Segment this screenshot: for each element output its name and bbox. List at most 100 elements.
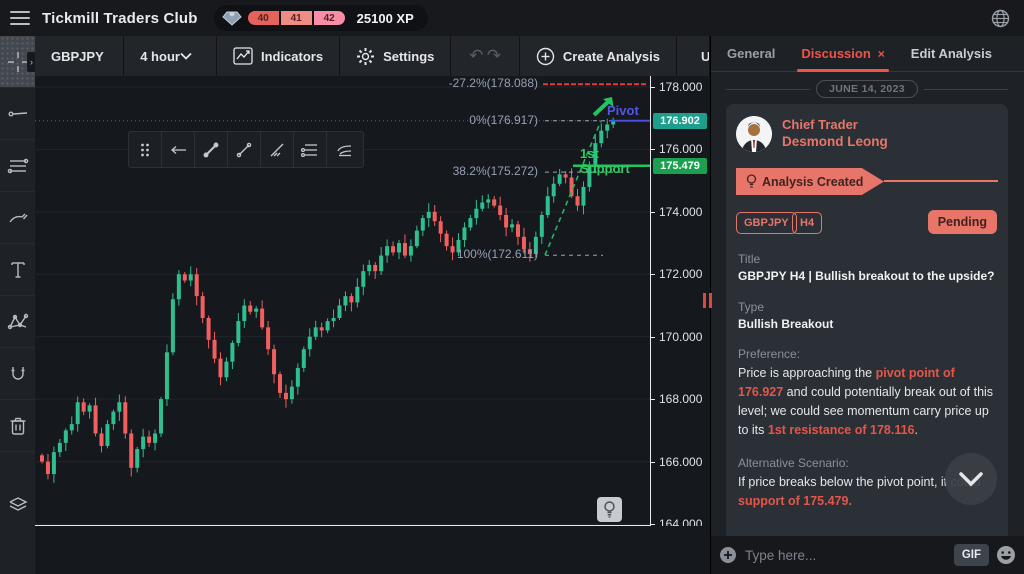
- candle-body: [426, 211, 431, 219]
- tool-object-tree[interactable]: [0, 478, 35, 530]
- text-tool-icon: [10, 261, 25, 278]
- status-badge[interactable]: Pending: [927, 210, 997, 234]
- candle-body: [373, 264, 378, 272]
- candle-body: [521, 236, 526, 250]
- arrow-left-icon: [171, 145, 186, 154]
- candle-body: [87, 405, 92, 412]
- drag-handle[interactable]: [129, 132, 162, 167]
- trend-line-icon: [8, 110, 27, 116]
- floating-draw-toolbar[interactable]: [128, 131, 364, 168]
- candle-body: [551, 183, 556, 197]
- chevron-down-icon: [959, 472, 983, 487]
- axis-tick: [651, 211, 655, 213]
- tool-pattern-xabcd[interactable]: [0, 296, 35, 348]
- axis-tick-label: 170.000: [659, 329, 703, 344]
- author-role[interactable]: Chief Trader: [782, 117, 858, 132]
- create-analysis-button[interactable]: Create Analysis: [519, 36, 677, 76]
- tool-delete[interactable]: [0, 400, 35, 452]
- candle-body: [599, 130, 604, 144]
- fib-lines-tool[interactable]: [294, 132, 327, 167]
- indicators-button[interactable]: Indicators: [216, 36, 341, 76]
- candle-body: [69, 424, 74, 431]
- timeframe-dropdown[interactable]: 4 hour: [124, 36, 217, 76]
- preference-text: Price is approaching the pivot point of …: [738, 366, 994, 437]
- panel-resize-handle[interactable]: [703, 293, 712, 308]
- candle-body: [516, 224, 520, 237]
- indicators-label: Indicators: [260, 48, 324, 64]
- candle-body: [414, 230, 419, 247]
- banner-line: [884, 180, 998, 182]
- level-badge-40: 40: [247, 11, 279, 25]
- candle-body: [129, 433, 134, 468]
- xabcd-pattern-icon: [7, 313, 28, 329]
- axis-tick: [651, 149, 655, 151]
- horizontal-arrow-tool[interactable]: [162, 132, 195, 167]
- axis-tick: [651, 274, 655, 276]
- tool-brush[interactable]: [0, 192, 35, 244]
- create-analysis-label: Create Analysis: [562, 48, 660, 64]
- idea-lightbulb-button[interactable]: [597, 497, 622, 522]
- tool-trend-line[interactable]: [0, 88, 35, 140]
- candle-body: [557, 174, 562, 184]
- tool-magnet[interactable]: [0, 348, 35, 400]
- candle-body: [40, 455, 44, 462]
- gif-button[interactable]: GIF: [953, 544, 989, 566]
- attach-plus-icon[interactable]: [719, 546, 737, 564]
- time-axis[interactable]: [35, 526, 710, 574]
- candle-body: [504, 214, 509, 228]
- scroll-to-bottom-button[interactable]: [945, 453, 997, 505]
- tab-close-icon[interactable]: ×: [878, 47, 885, 61]
- trend-segment-tool[interactable]: [195, 132, 228, 167]
- tab-discussion[interactable]: Discussion ×: [797, 36, 889, 72]
- candle-body: [456, 239, 461, 253]
- price-axis[interactable]: 178.000 176.000 174.000 172.000 170.000 168.0…: [650, 76, 710, 531]
- date-divider: JUNE 14, 2023: [726, 80, 1009, 98]
- message-input[interactable]: [745, 547, 954, 563]
- candle-body: [93, 405, 98, 434]
- tab-edit-analysis[interactable]: Edit Analysis: [911, 36, 992, 72]
- undo-icon[interactable]: ↶: [469, 46, 483, 66]
- panel-tabs: General Discussion × Edit Analysis: [711, 36, 1024, 72]
- candle-body: [385, 246, 390, 256]
- tool-text[interactable]: [0, 244, 35, 296]
- settings-label: Settings: [383, 48, 435, 64]
- candle-body: [236, 321, 241, 343]
- tab-general[interactable]: General: [727, 36, 775, 72]
- candle-body: [468, 218, 473, 228]
- candle-body: [63, 430, 68, 443]
- symbol-button[interactable]: GBPJPY: [35, 36, 125, 76]
- menu-icon[interactable]: [10, 11, 30, 25]
- axis-tick-label: 172.000: [659, 267, 703, 282]
- emoji-icon[interactable]: [996, 545, 1016, 565]
- fib-wedge-icon: [336, 144, 351, 156]
- extended-line-icon: [270, 143, 284, 156]
- redo-icon[interactable]: ↷: [487, 46, 501, 66]
- settings-button[interactable]: Settings: [340, 36, 452, 76]
- avatar[interactable]: [736, 116, 772, 152]
- symbol-badge: GBPJPY: [736, 212, 797, 234]
- tool-crosshair[interactable]: ›: [0, 36, 36, 88]
- update-button[interactable]: Update: [677, 36, 710, 76]
- candle-body: [254, 308, 259, 312]
- timeframe-label: 4 hour: [140, 48, 180, 64]
- extended-line-tool[interactable]: [261, 132, 294, 167]
- candle-body: [218, 358, 223, 378]
- candle-body: [141, 436, 146, 450]
- candle-body: [248, 305, 253, 312]
- candle-body: [575, 196, 580, 206]
- tool-fib-retracement[interactable]: [0, 140, 35, 192]
- candle-body: [408, 246, 413, 256]
- highlighted-price-text: 1st resistance of 178.116: [767, 423, 915, 437]
- app-window: Tickmill Traders Club 40 41 42 25100 XP: [0, 0, 1024, 574]
- candle-body: [170, 299, 175, 353]
- candle-body: [75, 402, 80, 425]
- globe-icon[interactable]: [991, 9, 1010, 28]
- title-field-label: Title: [738, 252, 761, 266]
- candle-body: [117, 402, 122, 412]
- ray-tool[interactable]: [228, 132, 261, 167]
- candle-body: [164, 352, 169, 400]
- candle-body: [206, 317, 211, 340]
- fib-wedge-tool[interactable]: [327, 132, 360, 167]
- candle-body: [153, 433, 158, 443]
- author-name[interactable]: Desmond Leong: [782, 134, 888, 149]
